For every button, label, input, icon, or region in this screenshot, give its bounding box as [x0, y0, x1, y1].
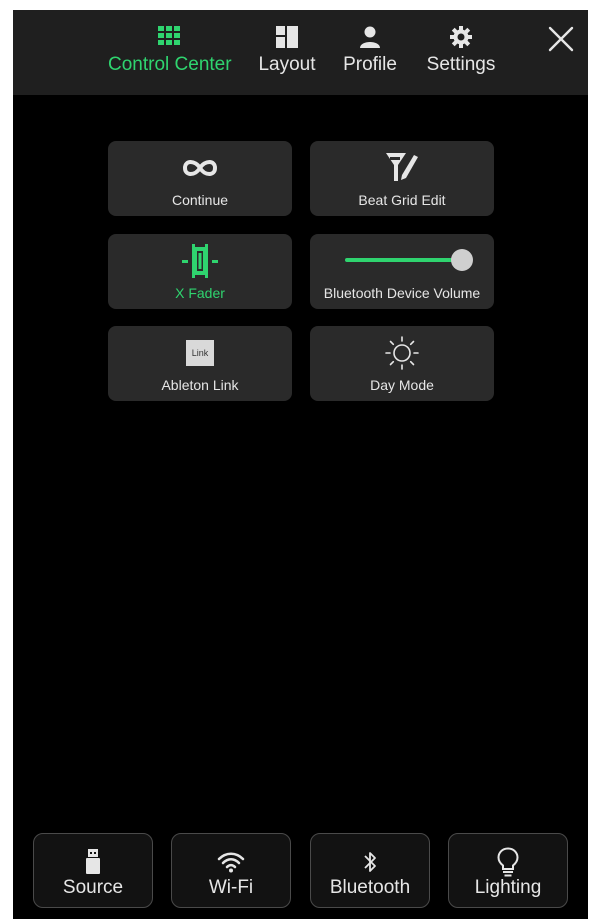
x-fader-tile[interactable]: X Fader	[108, 234, 292, 309]
tile-label: Beat Grid Edit	[358, 192, 446, 208]
sun-icon	[310, 336, 494, 370]
grid-icon	[108, 26, 230, 54]
ableton-link-icon: Link	[108, 336, 292, 370]
crossfader-icon	[108, 244, 292, 278]
user-icon	[340, 26, 400, 54]
tile-label: X Fader	[175, 285, 225, 301]
beat-grid-edit-tile[interactable]: Beat Grid Edit	[310, 141, 494, 216]
control-center-screen: Control Center Layout Profile Settings C…	[13, 10, 588, 919]
ableton-link-tile[interactable]: Link Ableton Link	[108, 326, 292, 401]
bottom-button-label: Lighting	[474, 877, 542, 898]
tab-profile[interactable]: Profile	[340, 26, 400, 76]
wifi-button[interactable]: Wi-Fi	[171, 833, 291, 908]
source-button[interactable]: Source	[33, 833, 153, 908]
link-badge: Link	[186, 340, 214, 366]
gear-icon	[424, 26, 498, 54]
bluetooth-volume-tile[interactable]: Bluetooth Device Volume	[310, 234, 494, 309]
volume-slider-knob[interactable]	[451, 249, 473, 271]
infinity-icon	[108, 151, 292, 185]
tab-settings[interactable]: Settings	[424, 26, 498, 76]
top-nav-bar: Control Center Layout Profile Settings	[13, 10, 588, 95]
bottom-button-label: Bluetooth	[329, 877, 411, 898]
tile-label: Continue	[171, 192, 229, 208]
usb-icon	[34, 846, 152, 878]
continue-tile[interactable]: Continue	[108, 141, 292, 216]
tile-label: Bluetooth Device Volume	[323, 285, 481, 301]
lighting-button[interactable]: Lighting	[448, 833, 568, 908]
volume-slider-track[interactable]	[345, 258, 462, 262]
tab-label: Settings	[426, 54, 496, 75]
wifi-icon	[172, 846, 290, 878]
bottom-button-label: Source	[62, 877, 124, 898]
tab-control-center[interactable]: Control Center	[108, 26, 232, 76]
layout-icon	[256, 26, 318, 54]
tab-label: Layout	[258, 54, 316, 75]
tile-label: Day Mode	[370, 377, 434, 393]
close-icon[interactable]	[546, 24, 576, 54]
bottom-button-label: Wi-Fi	[208, 877, 254, 898]
bluetooth-icon	[311, 846, 429, 878]
beat-grid-edit-icon	[310, 151, 494, 185]
day-mode-tile[interactable]: Day Mode	[310, 326, 494, 401]
tab-layout[interactable]: Layout	[256, 26, 318, 76]
bluetooth-button[interactable]: Bluetooth	[310, 833, 430, 908]
tile-label: Ableton Link	[161, 377, 239, 393]
bulb-icon	[449, 846, 567, 878]
tab-label: Profile	[343, 54, 397, 75]
tab-label: Control Center	[108, 54, 232, 75]
